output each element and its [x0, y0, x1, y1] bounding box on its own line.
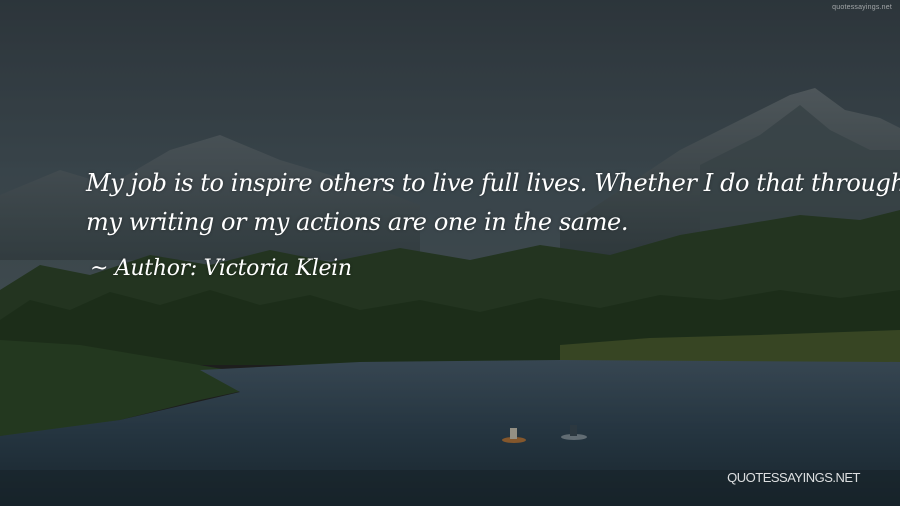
- quote-image: quotessayings.net My job is to inspire o…: [0, 0, 900, 506]
- site-watermark: QUOTESSAYINGS.NET: [727, 470, 860, 485]
- quote-line-1: My job is to inspire others to live full…: [86, 169, 900, 197]
- quote-text: My job is to inspire others to live full…: [86, 164, 900, 242]
- top-watermark: quotessayings.net: [832, 4, 892, 11]
- quote-line-2: my writing or my actions are one in the …: [86, 208, 629, 236]
- author-attribution: ~ Author: Victoria Klein: [90, 256, 352, 281]
